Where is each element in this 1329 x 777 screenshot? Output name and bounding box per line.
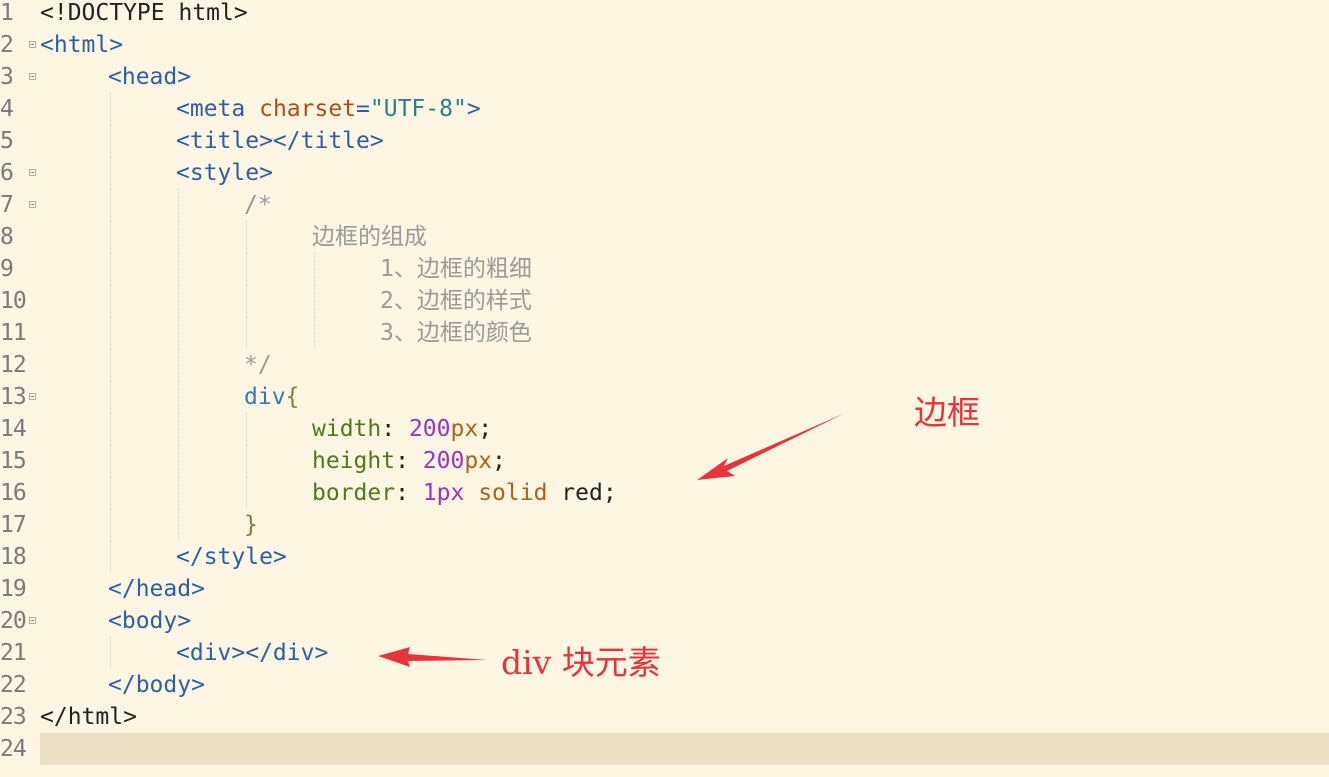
annotation-arrow-div (378, 647, 487, 667)
annotation-arrow-border (697, 413, 845, 480)
annotation-arrows (378, 413, 845, 667)
